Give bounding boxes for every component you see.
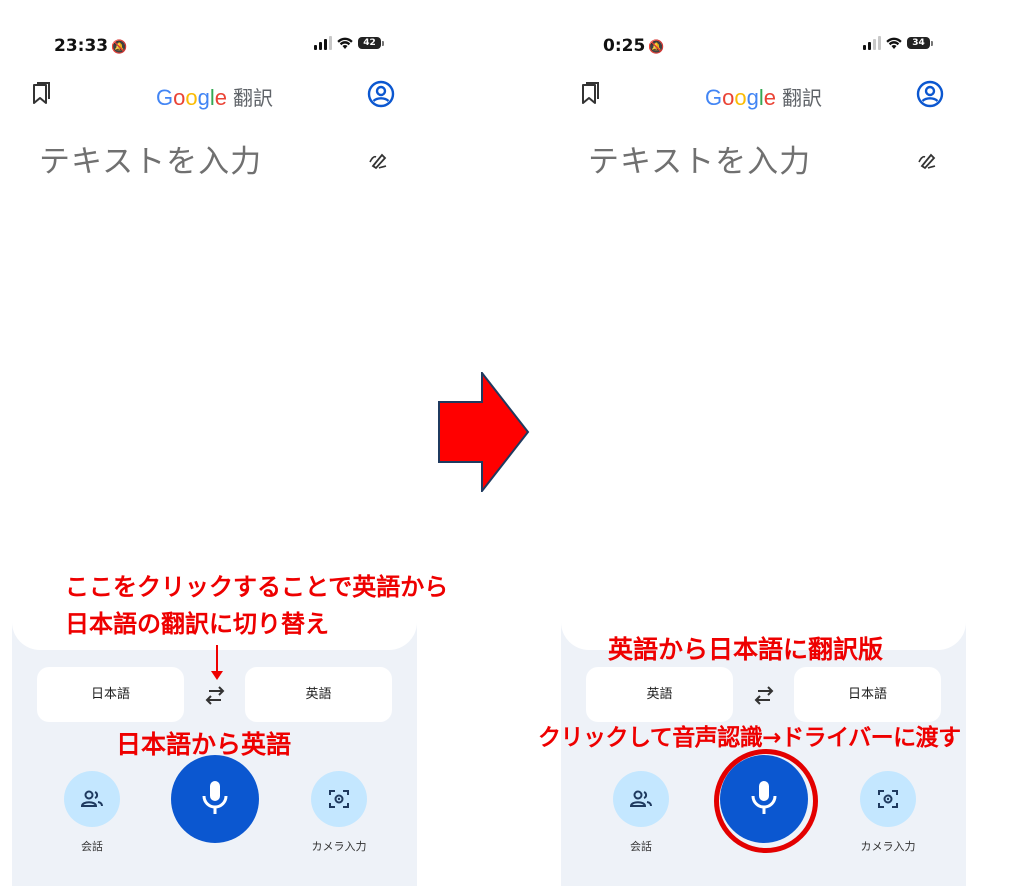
signal-icon [314, 36, 332, 50]
wifi-icon [337, 37, 353, 49]
annotation-swap-hint-line2: 日本語の翻訳に切り替え [65, 610, 329, 638]
status-icons: 42 [314, 36, 384, 50]
status-time: 23:33 🔕 [54, 36, 127, 56]
signal-icon [863, 36, 881, 50]
battery-level: 42 [363, 38, 376, 48]
app-logo: Google 翻訳 [12, 82, 417, 111]
google-logo: Google [704, 85, 776, 110]
mic-button[interactable] [171, 755, 259, 843]
account-circle-icon[interactable] [916, 80, 944, 108]
annotation-right-direction: 英語から日本語に翻訳版 [608, 635, 884, 664]
battery-icon: 34 [907, 37, 933, 49]
status-time-text: 0:25 [603, 36, 646, 56]
account-circle-icon[interactable] [367, 80, 395, 108]
camera-button[interactable] [860, 771, 916, 827]
source-language-button[interactable]: 英語 [586, 667, 733, 722]
handwrite-icon[interactable] [369, 150, 389, 170]
camera-button[interactable] [311, 771, 367, 827]
app-logo: Google 翻訳 [561, 82, 966, 111]
app-title-suffix: 翻訳 [233, 88, 273, 110]
bell-slash-icon: 🔕 [648, 40, 665, 55]
people-icon [80, 790, 103, 807]
status-time: 0:25 🔕 [603, 36, 664, 56]
mic-highlight-ring [714, 749, 818, 853]
app-title-suffix: 翻訳 [782, 88, 822, 110]
conversation-label: 会話 [630, 840, 652, 853]
source-language-button[interactable]: 日本語 [37, 667, 184, 722]
battery-icon: 42 [358, 37, 384, 49]
annotation-mic-hint: クリックして音声認識→ドライバーに渡す [538, 725, 961, 751]
camera-label: カメラ入力 [860, 840, 916, 853]
conversation-label: 会話 [81, 840, 103, 853]
camera-lens-icon [329, 790, 349, 808]
mic-icon [202, 781, 228, 814]
wifi-icon [886, 37, 902, 49]
conversation-button[interactable] [613, 771, 669, 827]
text-input[interactable]: テキストを入力 [39, 136, 262, 181]
status-time-text: 23:33 [54, 36, 109, 56]
google-logo: Google [155, 85, 227, 110]
handwrite-icon[interactable] [918, 150, 938, 170]
status-icons: 34 [863, 36, 933, 50]
phone-screen-right: 0:25 🔕 34 Google 翻訳 テキストを入力 英語 日本語 会話 カメラ入… [561, 0, 966, 886]
text-input[interactable]: テキストを入力 [588, 136, 811, 181]
bell-slash-icon: 🔕 [111, 40, 128, 55]
annotation-left-direction: 日本語から英語 [116, 730, 292, 759]
people-icon [629, 790, 652, 807]
annotation-swap-hint-line1: ここをクリックすることで英語から [65, 573, 449, 601]
annotation-pointer-arrow-icon [211, 671, 223, 680]
swap-icon[interactable] [200, 682, 230, 708]
battery-level: 34 [912, 38, 925, 48]
transition-arrow-icon [438, 372, 530, 492]
swap-icon[interactable] [749, 682, 779, 708]
conversation-button[interactable] [64, 771, 120, 827]
camera-lens-icon [878, 790, 898, 808]
target-language-button[interactable]: 日本語 [794, 667, 941, 722]
camera-label: カメラ入力 [311, 840, 367, 853]
target-language-button[interactable]: 英語 [245, 667, 392, 722]
